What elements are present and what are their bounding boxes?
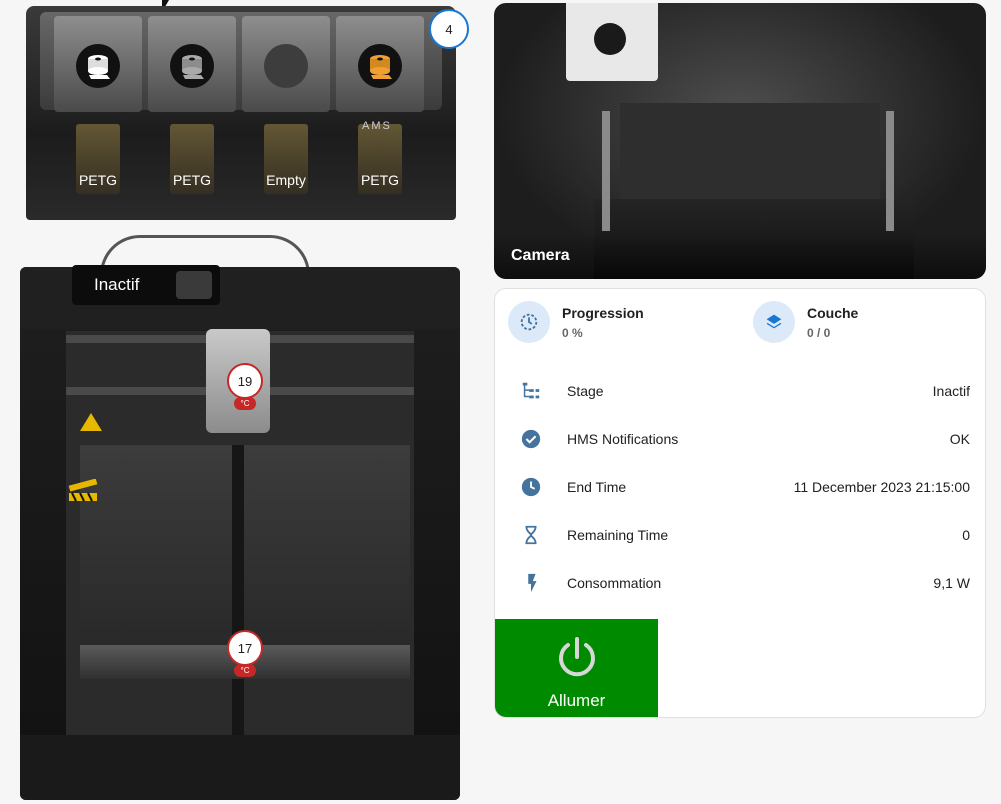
row-end-time[interactable]: End Time 11 December 2023 21:15:00 [495, 463, 985, 511]
spool-icon [76, 44, 120, 88]
printer-illustration: Inactif 19 °C 17 °C [20, 235, 460, 800]
ams-slot-2-label: PETG [172, 172, 212, 188]
layer-label: Couche [807, 304, 859, 321]
ams-count-badge[interactable]: 4 [429, 9, 469, 49]
ams-brand-label: AMS [362, 120, 392, 132]
empty-slot-icon [264, 44, 308, 88]
bed-temp-unit: °C [234, 664, 256, 677]
bed-temp-badge[interactable]: 17 [227, 630, 263, 666]
spool-icon [170, 44, 214, 88]
layer-value: 0 / 0 [807, 325, 831, 340]
layer-stat[interactable]: Couche 0 / 0 [753, 301, 858, 343]
ams-slot-4[interactable]: PETG [332, 16, 428, 212]
nozzle-temp-unit: °C [234, 397, 256, 410]
clock-icon [519, 475, 543, 499]
printer-camera-module [176, 271, 212, 299]
warning-icon [80, 413, 102, 431]
camera-feed[interactable]: Camera [494, 3, 986, 279]
nozzle-temp-badge[interactable]: 19 [227, 363, 263, 399]
ams-slot-2[interactable]: PETG [144, 16, 240, 212]
hourglass-icon [519, 523, 543, 547]
ams-slot-4-label: PETG [360, 172, 400, 188]
progress-stat[interactable]: Progression 0 % [508, 301, 644, 343]
progress-clock-icon [508, 301, 550, 343]
ams-slot-1-label: PETG [78, 172, 118, 188]
row-consommation[interactable]: Consommation 9,1 W [495, 559, 985, 607]
spool-icon [358, 44, 402, 88]
timelapse-icon [68, 478, 98, 507]
row-remaining-time[interactable]: Remaining Time 0 [495, 511, 985, 559]
power-icon [558, 637, 595, 677]
printer-status-text: Inactif [94, 275, 140, 294]
row-stage[interactable]: Stage Inactif [495, 367, 985, 415]
print-info-card: Progression 0 % Couche 0 / 0 Stage Inact… [494, 288, 986, 718]
ams-unit: PETG PETG Empty PETG AMS [26, 6, 456, 220]
camera-caption: Camera [494, 233, 986, 279]
progress-label: Progression [562, 304, 644, 321]
ams-slot-3[interactable]: Empty [238, 16, 334, 212]
stage-tree-icon [519, 379, 543, 403]
ams-slot-3-label: Empty [266, 172, 306, 188]
flash-icon [519, 571, 543, 595]
camera-toolhead [566, 3, 658, 81]
power-button-label: Allumer [547, 691, 606, 710]
power-on-button[interactable]: Allumer [495, 619, 658, 717]
row-hms-notifications[interactable]: HMS Notifications OK [495, 415, 985, 463]
printer-status-pill: Inactif [72, 265, 220, 305]
progress-value: 0 % [562, 325, 583, 340]
check-circle-icon [519, 427, 543, 451]
ams-slot-1[interactable]: PETG [50, 16, 146, 212]
layers-icon [753, 301, 795, 343]
